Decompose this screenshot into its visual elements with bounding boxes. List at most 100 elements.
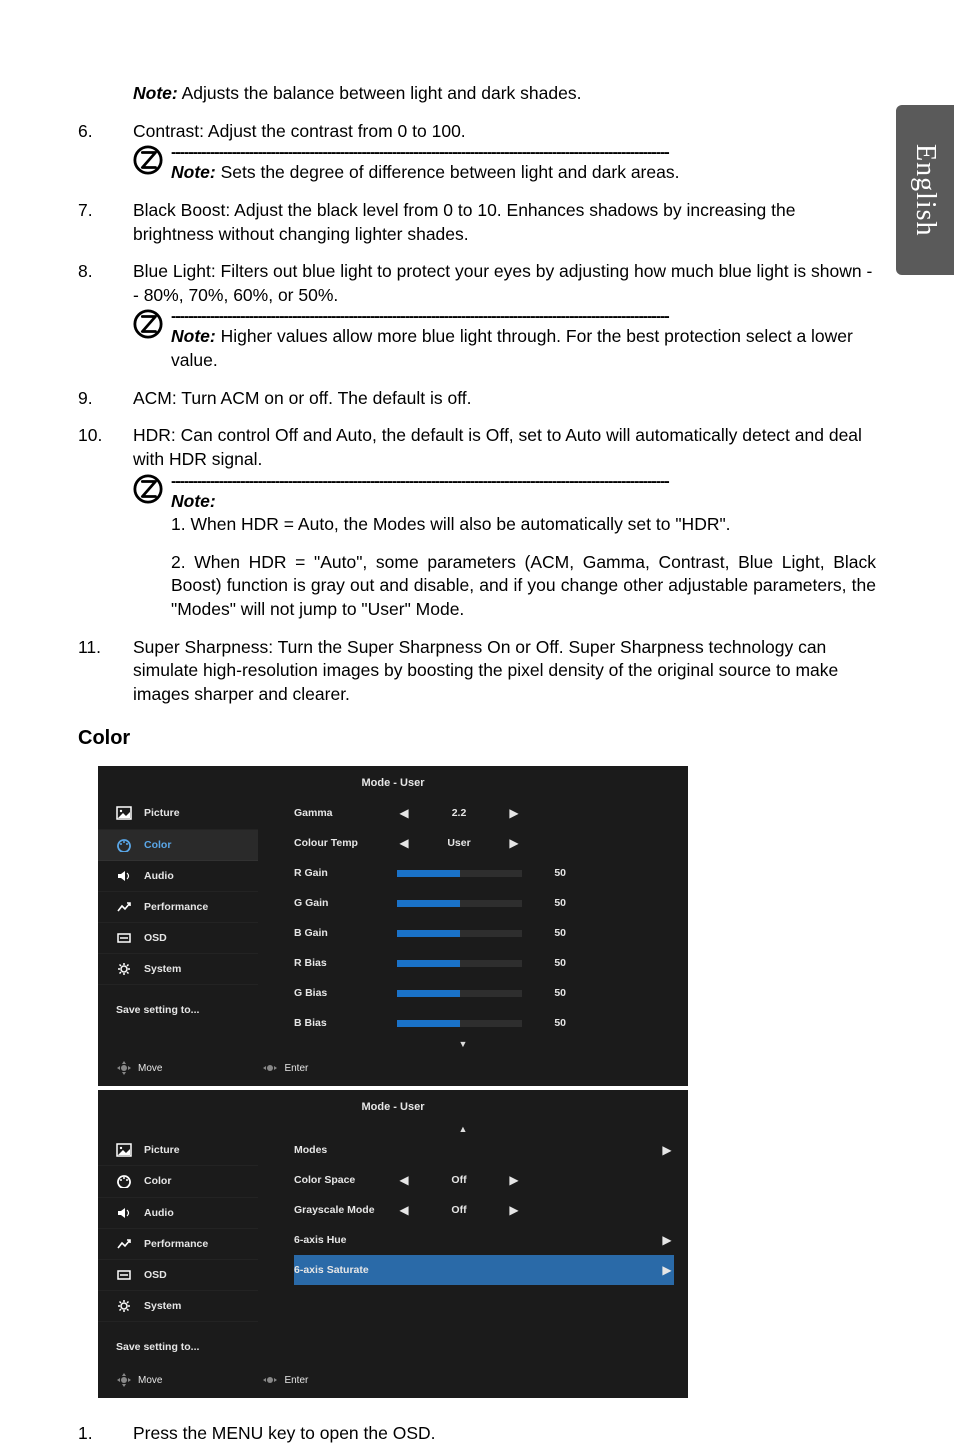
- dash-line: ‑‑‑‑‑‑‑‑‑‑‑‑‑‑‑‑‑‑‑‑‑‑‑‑‑‑‑‑‑‑‑‑‑‑‑‑‑‑‑‑…: [171, 145, 876, 161]
- nav-osd[interactable]: OSD: [98, 923, 258, 954]
- param-label: B Bias: [294, 1016, 389, 1030]
- grid-icon[interactable]: [696, 910, 718, 926]
- param-slider[interactable]: [397, 900, 522, 907]
- footer-move: Move: [138, 1062, 162, 1076]
- param-label: Grayscale Mode: [294, 1203, 389, 1217]
- osd-footer: Move Enter: [98, 1050, 688, 1086]
- joystick-enter-icon: [262, 1372, 278, 1388]
- svg-text:i: i: [703, 1196, 705, 1205]
- param-value: 50: [530, 866, 566, 880]
- param-row[interactable]: R Bias50: [294, 948, 674, 978]
- param-row[interactable]: R Gain50: [294, 858, 674, 888]
- param-row[interactable]: G Gain50: [294, 888, 674, 918]
- chevron-right-icon[interactable]: ▶: [507, 805, 521, 821]
- nav-osd[interactable]: OSD: [98, 1260, 258, 1291]
- param-label: Gamma: [294, 806, 389, 820]
- osd-params: Gamma◀2.2▶Colour Temp◀User▶R Gain50G Gai…: [258, 798, 688, 1038]
- param-row[interactable]: B Gain50: [294, 918, 674, 948]
- list-item-10: 10. HDR: Can control Off and Auto, the d…: [78, 424, 876, 471]
- param-value: 50: [530, 986, 566, 1000]
- param-row[interactable]: Color Space◀Off▶: [294, 1165, 674, 1195]
- param-label: 6-axis Saturate: [294, 1263, 484, 1277]
- page-content: Note: Adjusts the balance between light …: [0, 0, 954, 1446]
- osd-icon: [116, 1268, 132, 1282]
- param-label: Modes: [294, 1143, 484, 1157]
- list-num: 9.: [78, 387, 133, 411]
- param-row[interactable]: Grayscale Mode ◀ Off ▶: [294, 1195, 674, 1225]
- nav-performance[interactable]: Performance: [98, 892, 258, 923]
- param-slider[interactable]: [397, 1020, 522, 1027]
- performance-icon: [116, 1237, 132, 1251]
- nav-system[interactable]: System: [98, 1291, 258, 1322]
- note-label: Note:: [171, 490, 876, 514]
- nav-save[interactable]: Save setting to...: [98, 1322, 258, 1362]
- param-row[interactable]: Gamma◀2.2▶: [294, 798, 674, 828]
- param-row[interactable]: Colour Temp◀User▶: [294, 828, 674, 858]
- osd-footer: Move Enter: [98, 1362, 688, 1398]
- note-icon: [133, 145, 163, 175]
- nav-audio[interactable]: Audio: [98, 861, 258, 892]
- chevron-left-icon[interactable]: ◀: [397, 835, 411, 851]
- param-label: 6-axis Hue: [294, 1233, 484, 1247]
- nav-color[interactable]: Color: [98, 1166, 258, 1197]
- osd-side-buttons: i: [696, 884, 718, 952]
- note-sub-2: 2. When HDR = "Auto", some parameters (A…: [171, 551, 876, 622]
- list-item-8: 8. Blue Light: Filters out blue light to…: [78, 260, 876, 373]
- close-icon[interactable]: [696, 1244, 718, 1260]
- list-item-6: 6. Contrast: Adjust the contrast from 0 …: [78, 120, 876, 185]
- color-icon: [116, 1174, 132, 1188]
- param-value: 50: [530, 926, 566, 940]
- footer-enter: Enter: [284, 1062, 308, 1076]
- param-value: Off: [419, 1203, 499, 1217]
- osd-screenshots: Mode - User Picture Color Audio Performa…: [98, 766, 876, 1399]
- close-icon[interactable]: [696, 936, 718, 952]
- joystick-move-icon: [116, 1060, 132, 1076]
- info-icon[interactable]: i: [696, 1192, 718, 1208]
- list-text: Super Sharpness: Turn the Super Sharpnes…: [133, 636, 876, 707]
- param-slider[interactable]: [397, 990, 522, 997]
- chevron-right-icon[interactable]: ▶: [660, 1142, 674, 1158]
- chevron-right-icon[interactable]: ▶: [660, 1232, 674, 1248]
- param-row[interactable]: G Bias50: [294, 978, 674, 1008]
- nav-system[interactable]: System: [98, 954, 258, 985]
- chevron-right-icon[interactable]: ▶: [507, 835, 521, 851]
- intro-note: Note: Adjusts the balance between light …: [133, 82, 876, 106]
- nav-picture[interactable]: Picture: [98, 798, 258, 829]
- color-icon: [116, 838, 132, 852]
- nav-color[interactable]: Color: [98, 830, 258, 861]
- chevron-left-icon[interactable]: ◀: [397, 1172, 411, 1188]
- param-value: User: [419, 836, 499, 850]
- chevron-left-icon[interactable]: ◀: [397, 805, 411, 821]
- osd-panel-2: Mode - User ▲ Picture Color Audio Perfor…: [98, 1090, 688, 1398]
- section-heading: Color: [78, 725, 876, 752]
- list-num: 11.: [78, 636, 133, 707]
- list-text: ACM: Turn ACM on or off. The default is …: [133, 387, 876, 411]
- chevron-left-icon[interactable]: ◀: [397, 1202, 411, 1218]
- param-row[interactable]: Modes ▶: [294, 1135, 674, 1165]
- footer-step-1: 1. Press the MENU key to open the OSD.: [78, 1422, 876, 1446]
- nav-audio[interactable]: Audio: [98, 1198, 258, 1229]
- chevron-right-icon[interactable]: ▶: [660, 1262, 674, 1278]
- note-icon: [133, 309, 163, 339]
- param-value: 50: [530, 956, 566, 970]
- param-slider[interactable]: [397, 960, 522, 967]
- chevron-right-icon[interactable]: ▶: [507, 1202, 521, 1218]
- param-row[interactable]: 6-axis Hue ▶: [294, 1225, 674, 1255]
- picture-icon: [116, 806, 132, 820]
- note-text: Higher values allow more blue light thro…: [171, 326, 853, 370]
- system-icon: [116, 1299, 132, 1313]
- param-slider[interactable]: [397, 870, 522, 877]
- osd-title: Mode - User: [98, 766, 688, 799]
- param-row[interactable]: 6-axis Saturate ▶: [294, 1255, 674, 1285]
- nav-performance[interactable]: Performance: [98, 1229, 258, 1260]
- param-row[interactable]: B Bias50: [294, 1008, 674, 1038]
- param-slider[interactable]: [397, 930, 522, 937]
- scroll-up-indicator: ▲: [238, 1123, 688, 1135]
- nav-save[interactable]: Save setting to...: [98, 985, 258, 1025]
- picture-icon: [116, 1143, 132, 1157]
- grid-icon[interactable]: [696, 1218, 718, 1234]
- chevron-right-icon[interactable]: ▶: [507, 1172, 521, 1188]
- nav-picture[interactable]: Picture: [98, 1135, 258, 1166]
- param-value: Off: [419, 1173, 499, 1187]
- info-icon[interactable]: i: [696, 884, 718, 900]
